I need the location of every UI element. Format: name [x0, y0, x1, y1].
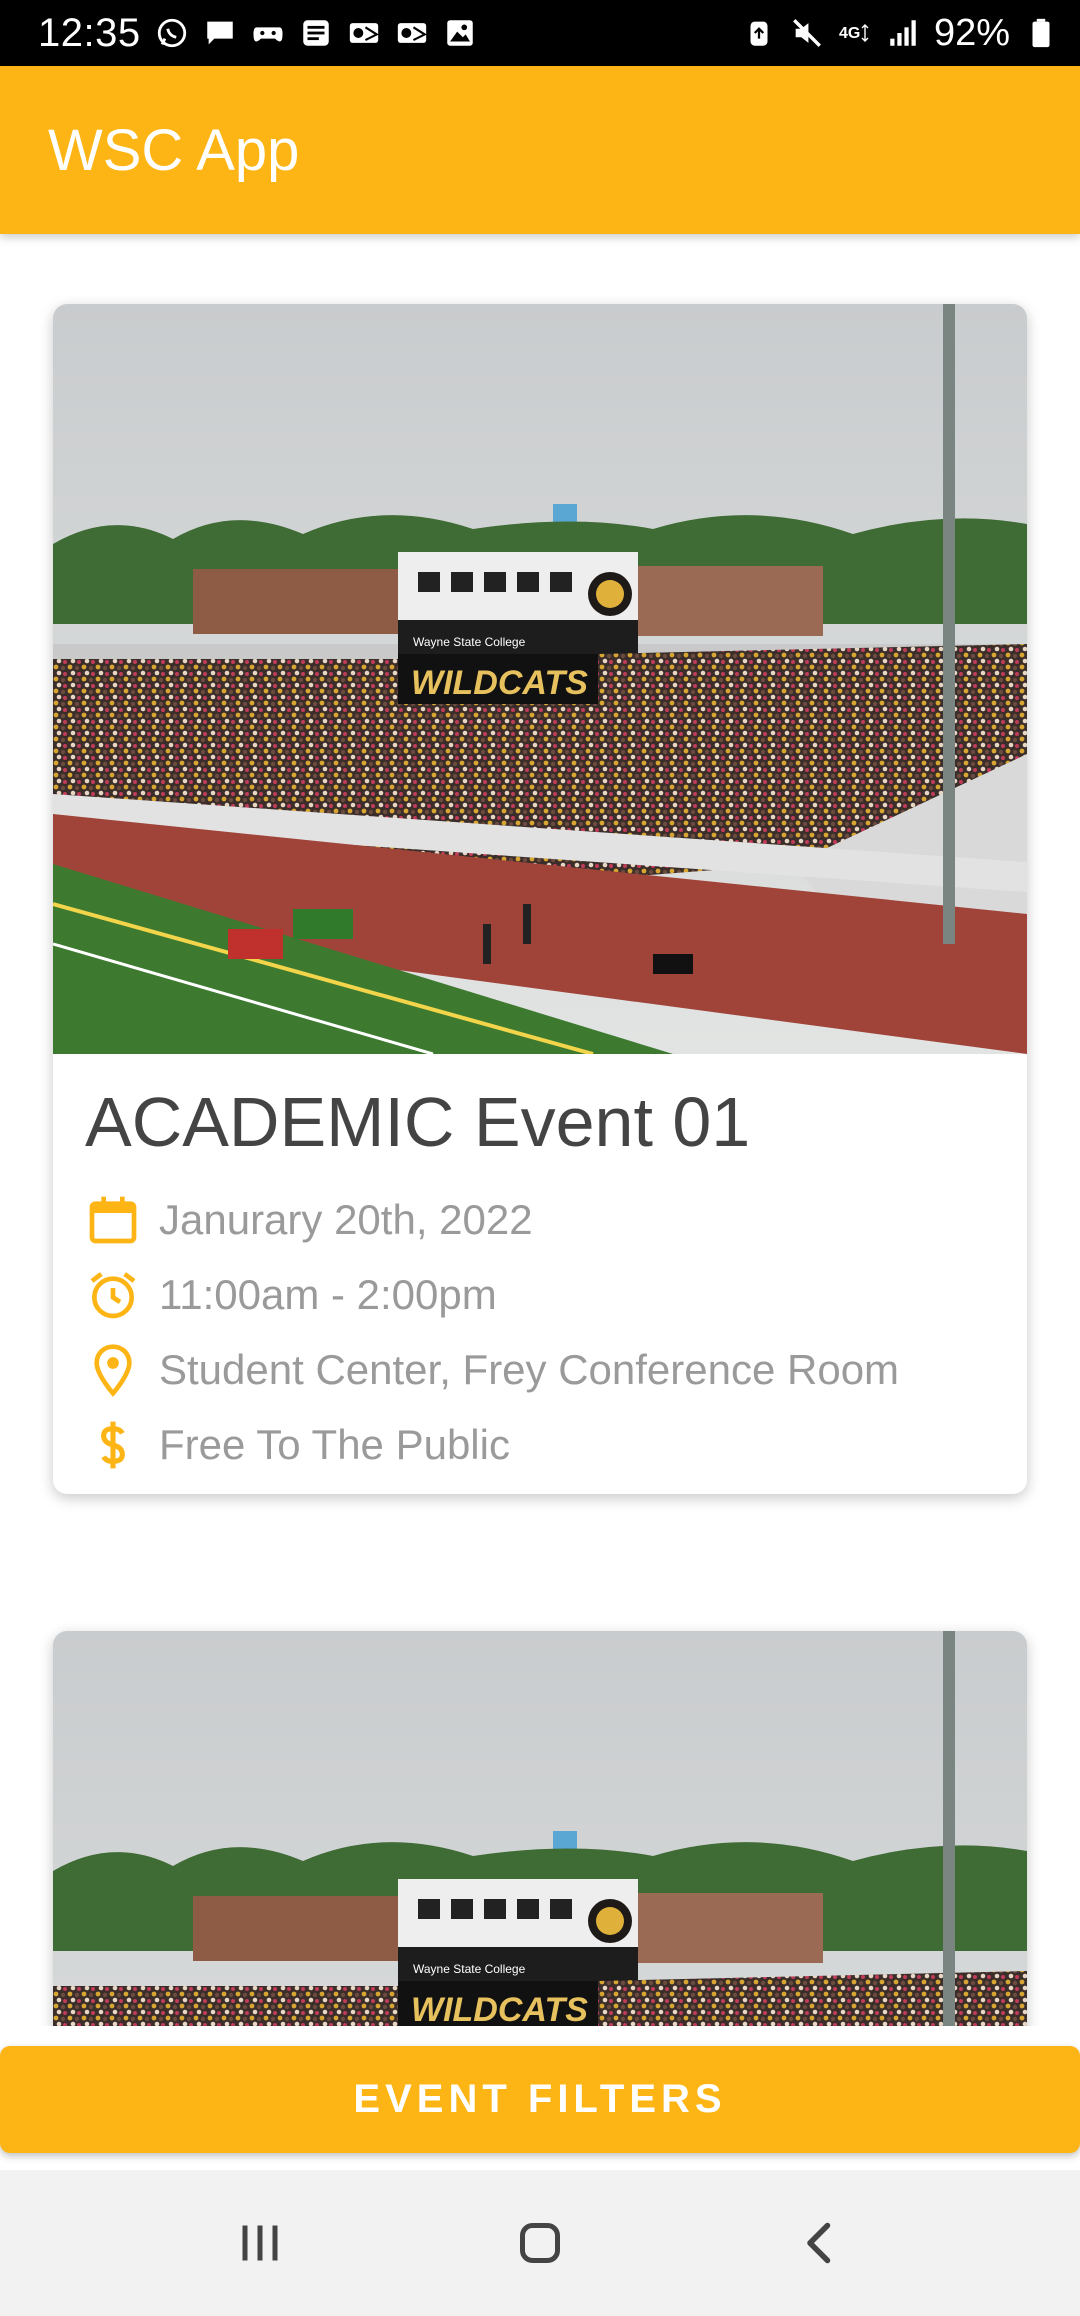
nav-bar [0, 2170, 1080, 2316]
outlook-icon [347, 16, 381, 50]
event-cost: Free To The Public [159, 1420, 510, 1468]
event-time: 11:00am - 2:00pm [159, 1270, 497, 1318]
message-icon [203, 16, 237, 50]
status-right: 4G 92% [742, 12, 1058, 55]
app-title: WSC App [48, 117, 300, 183]
event-date-row: Janurary 20th, 2022 [85, 1182, 995, 1257]
event-card[interactable]: Wayne State College WILDCATS [53, 304, 1027, 1494]
event-details: ACADEMIC Event 01 Janurary 20th, 2022 11… [53, 1054, 1027, 1482]
back-icon [807, 2222, 831, 2264]
calendar-icon [85, 1192, 141, 1248]
event-list[interactable]: Wayne State College WILDCATS ACADEMIC Ev… [0, 234, 1080, 2026]
event-location: Student Center, Frey Conference Room [159, 1345, 900, 1393]
back-button[interactable] [760, 2193, 880, 2293]
event-time-row: 11:00am - 2:00pm [85, 1257, 995, 1332]
alarm-clock-icon [85, 1267, 141, 1323]
svg-text:WILDCATS: WILDCATS [411, 1991, 588, 2026]
gamepad-icon [251, 16, 285, 50]
event-cost-row: Free To The Public [85, 1407, 995, 1482]
recent-apps-button[interactable] [200, 2193, 320, 2293]
whatsapp-icon [155, 16, 189, 50]
svg-text:WILDCATS: WILDCATS [411, 664, 588, 702]
event-title: ACADEMIC Event 01 [85, 1083, 751, 1161]
status-left: 12:35 [38, 11, 477, 56]
battery-icon [1024, 16, 1058, 50]
status-time: 12:35 [38, 10, 141, 55]
gallery-icon [443, 16, 477, 50]
call-filter-icon [299, 16, 333, 50]
battery-percent: 92% [933, 11, 1010, 54]
svg-text:Wayne State College: Wayne State College [413, 635, 526, 649]
signal-icon [886, 16, 920, 50]
app-bar: WSC App [0, 66, 1080, 234]
event-date: Janurary 20th, 2022 [159, 1195, 533, 1243]
event-filters-button[interactable]: EVENT FILTERS [0, 2046, 1080, 2153]
recycle-icon [742, 16, 776, 50]
dollar-icon [85, 1417, 141, 1473]
location-pin-icon [85, 1342, 141, 1398]
recent-apps-icon [242, 2225, 278, 2261]
status-bar: 12:35 4G 92% [0, 0, 1080, 66]
outlook-icon [395, 16, 429, 50]
svg-text:4G: 4G [839, 25, 860, 42]
event-image: Wayne State College WILDCATS [53, 304, 1027, 1054]
mute-icon [790, 16, 824, 50]
event-card[interactable]: Wayne State College WILDCATS [53, 1631, 1027, 2026]
event-location-row: Student Center, Frey Conference Room [85, 1332, 995, 1407]
home-button[interactable] [480, 2193, 600, 2293]
4g-icon: 4G [838, 16, 872, 50]
event-image: Wayne State College WILDCATS [53, 1631, 1027, 2026]
svg-text:Wayne State College: Wayne State College [413, 1962, 526, 1976]
screen: 12:35 4G 92% WSC App Wayne State College… [0, 0, 1080, 2316]
home-icon [520, 2223, 560, 2263]
